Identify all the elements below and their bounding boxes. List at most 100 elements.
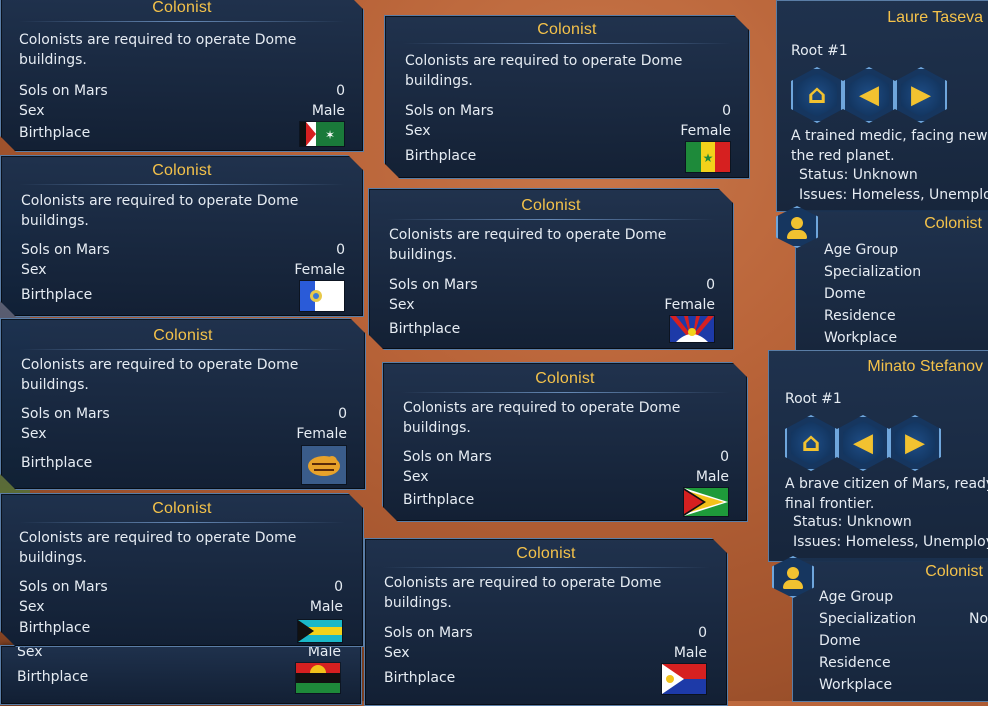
flag-icon [683,487,729,517]
sols-value: 0 [720,449,729,465]
next-colonist-button[interactable]: ▶ [889,415,941,471]
birthplace-label: Birthplace [21,455,93,471]
flag-icon [297,619,343,643]
sex-label: Sex [405,123,431,139]
sex-label: Sex [389,297,415,313]
birthplace-label: Birthplace [19,125,91,141]
next-colonist-button[interactable]: ▶ [895,67,947,123]
card-title: Colonist [152,500,212,517]
colonist-details-section: Colonist Age Group Specialization Dome R… [795,210,988,351]
arrow-left-icon: ◀ [859,80,879,110]
workplace-label: Workplace [824,330,898,346]
sols-value: 0 [722,103,731,119]
colonist-details-section: Colonist Age Group Specialization No Dom… [792,558,988,702]
specialization-label: Specialization [819,611,917,627]
dome-root-label: Root #1 [791,43,848,59]
prev-colonist-button[interactable]: ◀ [837,415,889,471]
birthplace-label: Birthplace [19,620,91,636]
birthplace-label: Birthplace [17,669,89,685]
sex-label: Sex [19,103,45,119]
sols-value: 0 [706,277,715,293]
section-title: Colonist [925,563,983,580]
sols-label: Sols on Mars [403,449,492,465]
colonist-tooltip-card: Colonist Colonists are required to opera… [0,155,364,317]
flag-icon: ✶ [299,121,345,147]
colonist-name: Laure Taseva [887,9,983,26]
card-title: Colonist [516,545,576,562]
title-divider [387,219,715,220]
card-title: Colonist [537,21,597,38]
sols-label: Sols on Mars [19,83,108,99]
sex-label: Sex [403,469,429,485]
flag-icon [299,280,345,312]
sols-label: Sols on Mars [19,579,108,595]
sols-value: 0 [338,406,347,422]
sex-value: Male [309,599,343,615]
dome-center-button[interactable]: ⌂ [785,415,837,471]
svg-text:★: ★ [703,151,714,165]
sex-label: Sex [21,262,47,278]
sols-label: Sols on Mars [384,625,473,641]
sols-value: 0 [336,242,345,258]
colonist-tooltip-card: Colonist Colonists are required to opera… [368,188,734,350]
title-divider [19,522,345,523]
sex-value: Female [664,297,715,313]
card-description: Colonists are required to operate Dome b… [19,32,297,68]
bio-line-2: final frontier. [785,496,875,512]
sols-value: 0 [334,579,343,595]
colonist-info-panel: Laure Taseva Root #1 ⌂ ◀ ▶ A trained med… [776,0,988,212]
bio-line-2: the red planet. [791,148,895,164]
status-text: Status: Unknown [799,167,918,183]
section-title: Colonist [924,215,982,232]
issues-text: Issues: Homeless, Unemploye [793,534,988,550]
dome-label: Dome [824,286,866,302]
flag-icon [661,663,707,695]
birthplace-label: Birthplace [405,148,477,164]
colonist-tooltip-card-partial: Sex Male Birthplace [0,644,362,705]
colonist-tooltip-card: Colonist Colonists are required to opera… [0,493,364,647]
card-title: Colonist [535,370,595,387]
svg-text:✶: ✶ [325,128,335,142]
card-description: Colonists are required to operate Dome b… [21,357,299,393]
arrow-right-icon: ▶ [905,428,925,458]
age-group-label: Age Group [819,589,894,605]
dome-icon: ⌂ [807,80,827,110]
card-title: Colonist [521,197,581,214]
specialization-value: No [969,611,988,627]
flag-icon: ★ [685,141,731,173]
colonist-tooltip-card: Colonist Colonists are required to opera… [364,538,728,706]
prev-colonist-button[interactable]: ◀ [843,67,895,123]
colonist-tooltip-card: Colonist Colonists are required to opera… [384,15,750,179]
colonist-name: Minato Stefanov [867,358,983,375]
workplace-label: Workplace [819,677,893,693]
title-divider [19,184,345,185]
sex-value: Female [294,262,345,278]
dome-center-button[interactable]: ⌂ [791,67,843,123]
card-description: Colonists are required to operate Dome b… [384,575,662,611]
arrow-left-icon: ◀ [853,428,873,458]
sex-label: Sex [21,426,47,442]
sex-value: Male [695,469,729,485]
sex-label: Sex [384,645,410,661]
age-group-label: Age Group [824,242,899,258]
birthplace-label: Birthplace [384,670,456,686]
sols-value: 0 [336,83,345,99]
card-description: Colonists are required to operate Dome b… [21,193,299,229]
card-title: Colonist [152,162,212,179]
title-divider [19,349,347,350]
sols-label: Sols on Mars [389,277,478,293]
birthplace-label: Birthplace [389,321,461,337]
flag-icon [295,662,341,694]
colonist-tooltip-card: Colonist Colonists are required to opera… [382,362,748,522]
sols-label: Sols on Mars [21,242,110,258]
sols-value: 0 [698,625,707,641]
flag-icon [669,315,715,343]
bio-line-1: A brave citizen of Mars, ready [785,476,988,492]
arrow-right-icon: ▶ [911,80,931,110]
sex-value: Male [311,103,345,119]
colonist-tooltip-card: Colonist Colonists are required to opera… [0,318,366,490]
title-divider [19,21,345,22]
birthplace-label: Birthplace [21,287,93,303]
colonist-tooltip-card: Colonist Colonists are required to opera… [0,0,364,152]
title-divider [383,567,709,568]
